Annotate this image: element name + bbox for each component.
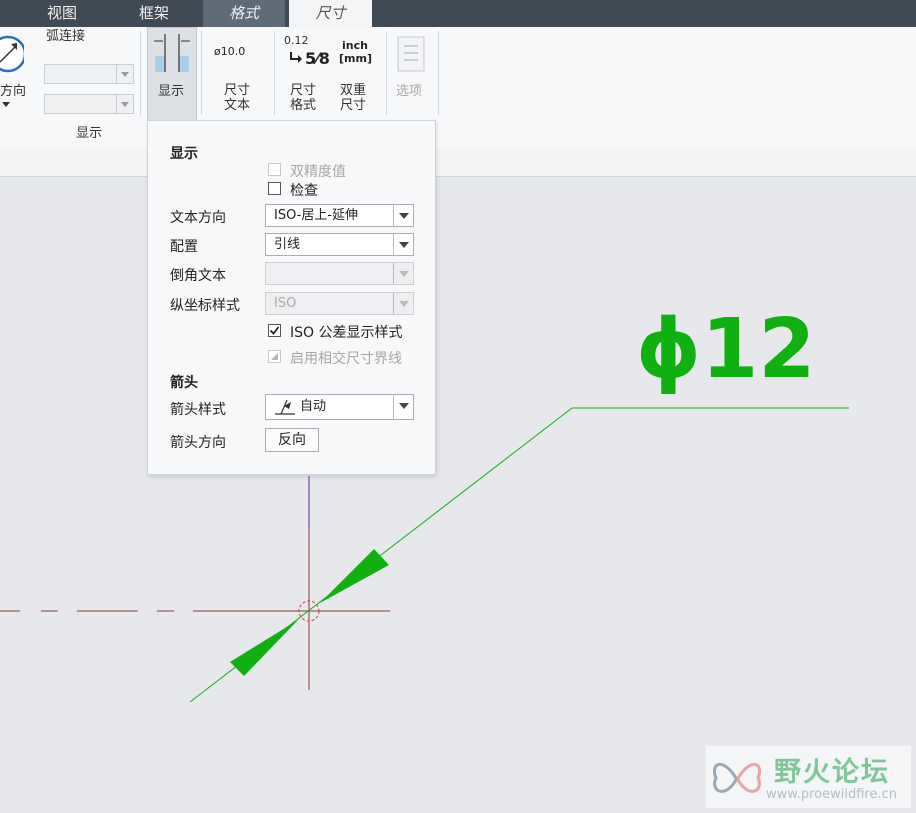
chevron-down-icon [393, 395, 413, 419]
text-direction-value: ISO-居上-延伸 [274, 208, 359, 223]
watermark: 野火论坛 www.proewildfire.cn [706, 746, 911, 808]
reverse-button[interactable]: 反向 [265, 428, 319, 452]
chevron-down-icon [393, 205, 413, 226]
ordinate-style-label: 纵坐标样式 [170, 298, 240, 314]
watermark-title: 野火论坛 [774, 757, 890, 788]
watermark-url: www.proewildfire.cn [766, 787, 897, 802]
chamfer-text-select[interactable] [265, 262, 414, 285]
arrowhead-upper[interactable] [320, 549, 389, 603]
dimension-text[interactable]: ϕ12 [636, 302, 815, 397]
config-select[interactable]: 引线 [265, 233, 414, 256]
checkmark-icon [269, 326, 280, 335]
config-label: 配置 [170, 239, 198, 255]
iso-tolerance-checkbox[interactable] [268, 324, 281, 337]
arrowhead-lower[interactable] [230, 620, 298, 676]
chamfer-text-label: 倒角文本 [170, 268, 226, 284]
drawing-canvas[interactable]: ϕ12 [0, 0, 916, 813]
text-direction-select[interactable]: ISO-居上-延伸 [265, 204, 414, 227]
intersect-checkbox[interactable] [268, 350, 281, 363]
arrow-heading: 箭头 [170, 375, 198, 391]
dual-precision-checkbox[interactable] [268, 163, 281, 176]
inspect-checkbox[interactable] [268, 182, 281, 195]
arrow-direction-label: 箭头方向 [170, 435, 226, 451]
chevron-down-icon [393, 234, 413, 255]
ordinate-style-select[interactable]: ISO [265, 292, 414, 315]
display-dropdown-panel: 显示 双精度值 检查 文本方向 ISO-居上-延伸 配置 引线 倒角文本 纵坐标… [147, 120, 436, 475]
arrow-style-label: 箭头样式 [170, 402, 226, 418]
iso-tolerance-label: ISO 公差显示样式 [290, 325, 403, 341]
butterfly-logo-icon [713, 763, 761, 793]
arrow-style-select[interactable]: 自动 [265, 394, 414, 420]
ordinate-style-value: ISO [274, 296, 297, 311]
partial-check-icon [271, 353, 278, 360]
arrow-style-icon [275, 399, 295, 415]
inspect-label: 检查 [290, 183, 318, 199]
chevron-down-icon [393, 293, 413, 314]
intersect-label: 启用相交尺寸界线 [290, 351, 402, 367]
display-heading: 显示 [170, 146, 198, 162]
chevron-down-icon [393, 263, 413, 284]
text-direction-label: 文本方向 [170, 210, 226, 226]
arrow-style-value: 自动 [300, 399, 327, 414]
dual-precision-label: 双精度值 [290, 164, 346, 180]
config-value: 引线 [274, 237, 301, 252]
